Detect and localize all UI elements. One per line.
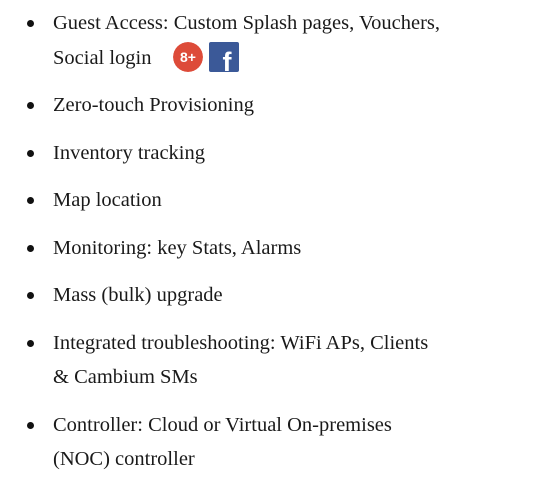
bullet: [27, 339, 34, 347]
list-item: Map location: [0, 183, 535, 218]
list-item: Inventory tracking: [0, 136, 535, 171]
svg-text:f: f: [222, 47, 232, 72]
bullet: [27, 421, 34, 429]
social-icons: 8+ f: [172, 41, 239, 72]
list-item: Integrated troubleshooting: WiFi APs, Cl…: [0, 326, 535, 395]
list-item: Mass (bulk) upgrade: [0, 278, 535, 313]
svg-text:8+: 8+: [180, 49, 196, 65]
bullet: [27, 149, 34, 157]
list-item-text: Zero-touch Provisioning: [53, 94, 254, 116]
list-item: Guest Access: Custom Splash pages, Vouch…: [0, 6, 535, 75]
list-item-text: Controller: Cloud or Virtual On-premises: [53, 413, 392, 436]
bullet: [27, 102, 34, 109]
list-item-text: Inventory tracking: [53, 141, 205, 164]
list-item: Monitoring: key Stats, Alarms: [0, 231, 535, 266]
feature-list: Guest Access: Custom Splash pages, Vouch…: [0, 0, 535, 490]
list-item-text: Guest Access: Custom Splash pages, Vouch…: [53, 12, 441, 34]
bullet: [27, 244, 34, 252]
list-item-text: & Cambium SMs: [53, 366, 198, 388]
list-item-text: (NOC) controller: [53, 448, 195, 470]
list-item: Controller: Cloud or Virtual On-premises…: [0, 408, 535, 477]
list-item-text: Mass (bulk) upgrade: [53, 284, 223, 306]
list-item-text: Integrated troubleshooting: WiFi APs, Cl…: [53, 331, 429, 354]
list-item-text: Monitoring: key Stats, Alarms: [53, 236, 302, 259]
list-item-text: Map location: [53, 189, 162, 211]
list-item-text: Social login: [53, 46, 152, 69]
facebook-icon: f: [208, 41, 239, 72]
bullet: [27, 197, 34, 204]
bullet: [27, 20, 34, 27]
bullet: [27, 292, 34, 299]
list-item: Zero-touch Provisioning: [0, 88, 535, 123]
google-plus-icon: 8+: [172, 41, 203, 72]
